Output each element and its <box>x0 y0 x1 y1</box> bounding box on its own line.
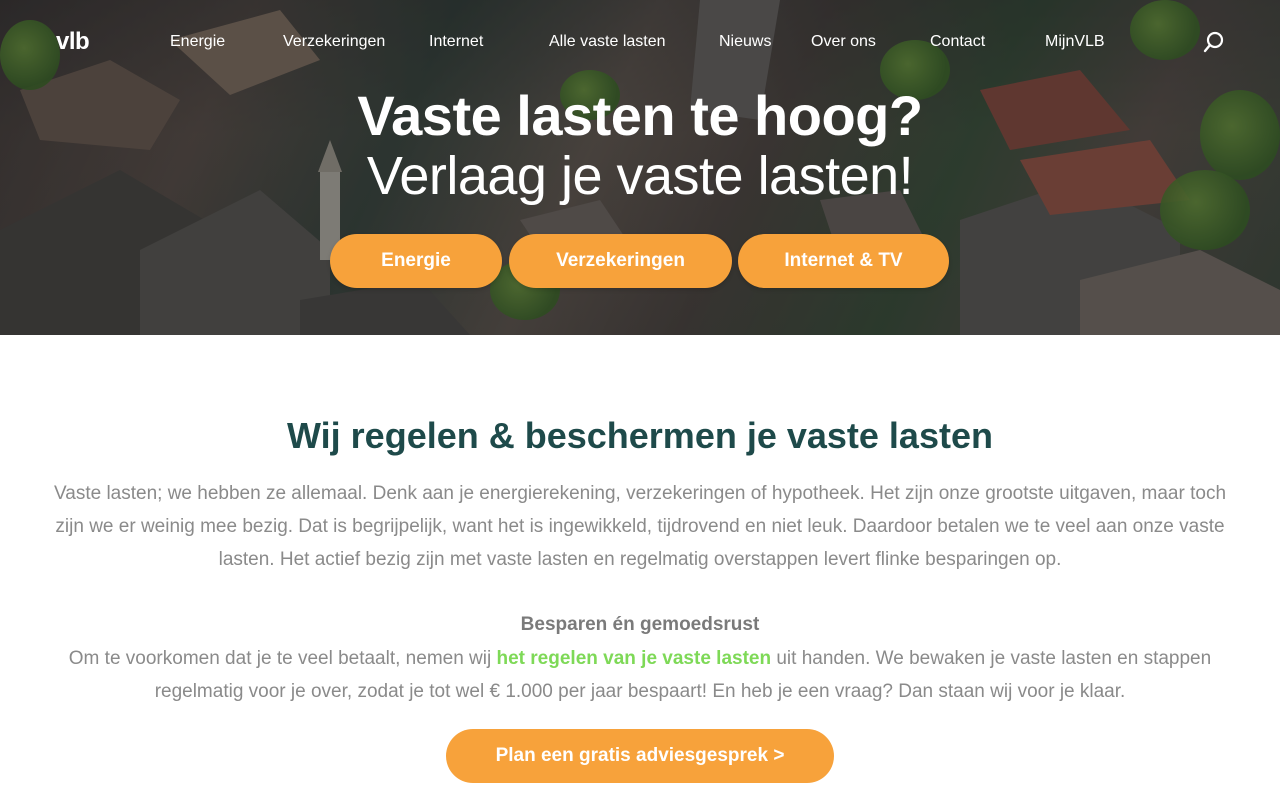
nav-item-internet[interactable]: Internet <box>429 32 483 52</box>
hero-button-energie[interactable]: Energie <box>330 234 502 288</box>
nav-item-contact[interactable]: Contact <box>930 32 985 52</box>
nav-item-verzekeringen[interactable]: Verzekeringen <box>283 32 385 52</box>
intro-paragraph: Vaste lasten; we hebben ze allemaal. Den… <box>53 483 1227 570</box>
search-icon-graphic <box>1203 31 1224 53</box>
nav-item-alle-vaste-lasten[interactable]: Alle vaste lasten <box>549 32 666 52</box>
sub-heading: Besparen én gemoedsrust <box>520 614 760 635</box>
nav-item-mijnvlb[interactable]: MijnVLB <box>1045 32 1105 52</box>
savings-text-start: Om te voorkomen dat je te veel betaalt, … <box>68 648 497 669</box>
vlb-logo[interactable]: vlb <box>56 30 90 54</box>
hero-button-internet-tv[interactable]: Internet & TV <box>738 234 949 288</box>
nav-item-energie[interactable]: Energie <box>170 32 225 52</box>
savings-paragraph: Om te voorkomen dat je te veel betaalt, … <box>40 642 1240 708</box>
search-icon[interactable] <box>1203 31 1225 53</box>
top-navigation: vlb Energie Verzekeringen Internet Alle … <box>0 0 1280 84</box>
hero-banner: vlb Energie Verzekeringen Internet Alle … <box>0 0 1280 335</box>
regelen-link[interactable]: het regelen van je vaste lasten <box>497 648 772 669</box>
plan-adviesgesprek-button[interactable]: Plan een gratis adviesgesprek > <box>446 729 834 783</box>
hero-subtitle: Verlaag je vaste lasten! <box>366 146 914 206</box>
hero-title: Vaste lasten te hoog? <box>357 84 923 147</box>
nav-item-over-ons[interactable]: Over ons <box>811 32 876 52</box>
section-title: Wij regelen & beschermen je vaste lasten <box>287 415 993 456</box>
hero-button-verzekeringen[interactable]: Verzekeringen <box>509 234 732 288</box>
nav-item-nieuws[interactable]: Nieuws <box>719 32 771 52</box>
